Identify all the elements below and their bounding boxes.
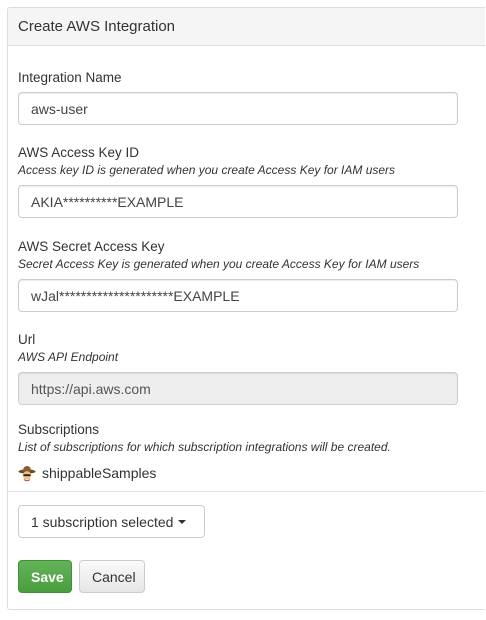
url-input	[18, 372, 458, 405]
subscription-name: shippableSamples	[42, 465, 157, 481]
access-key-help: Access key ID is generated when you crea…	[18, 163, 396, 177]
panel-title: Create AWS Integration	[8, 8, 485, 46]
integration-name-input[interactable]	[18, 92, 458, 125]
integration-name-label: Integration Name	[18, 70, 122, 85]
subscriptions-divider	[8, 491, 485, 492]
url-label: Url	[18, 332, 36, 347]
subscription-dropdown-button[interactable]: 1 subscription selected	[18, 505, 205, 538]
secret-key-help: Secret Access Key is generated when you …	[18, 257, 420, 271]
url-help: AWS API Endpoint	[18, 350, 119, 364]
cowboy-avatar-icon	[18, 464, 36, 482]
subscriptions-label: Subscriptions	[18, 422, 100, 437]
access-key-label: AWS Access Key ID	[18, 145, 140, 160]
subscriptions-help: List of subscriptions for which subscrip…	[18, 440, 391, 454]
caret-down-icon	[178, 519, 187, 524]
create-integration-panel: Create AWS Integration Integration Name …	[7, 7, 485, 610]
secret-key-input[interactable]	[18, 279, 458, 312]
subscription-dropdown-label: 1 subscription selected	[31, 513, 174, 530]
secret-key-label: AWS Secret Access Key	[18, 239, 165, 254]
save-button[interactable]: Save	[18, 560, 72, 593]
access-key-input[interactable]	[18, 185, 458, 218]
subscription-item: shippableSamples	[18, 464, 156, 482]
cancel-button[interactable]: Cancel	[79, 560, 145, 593]
